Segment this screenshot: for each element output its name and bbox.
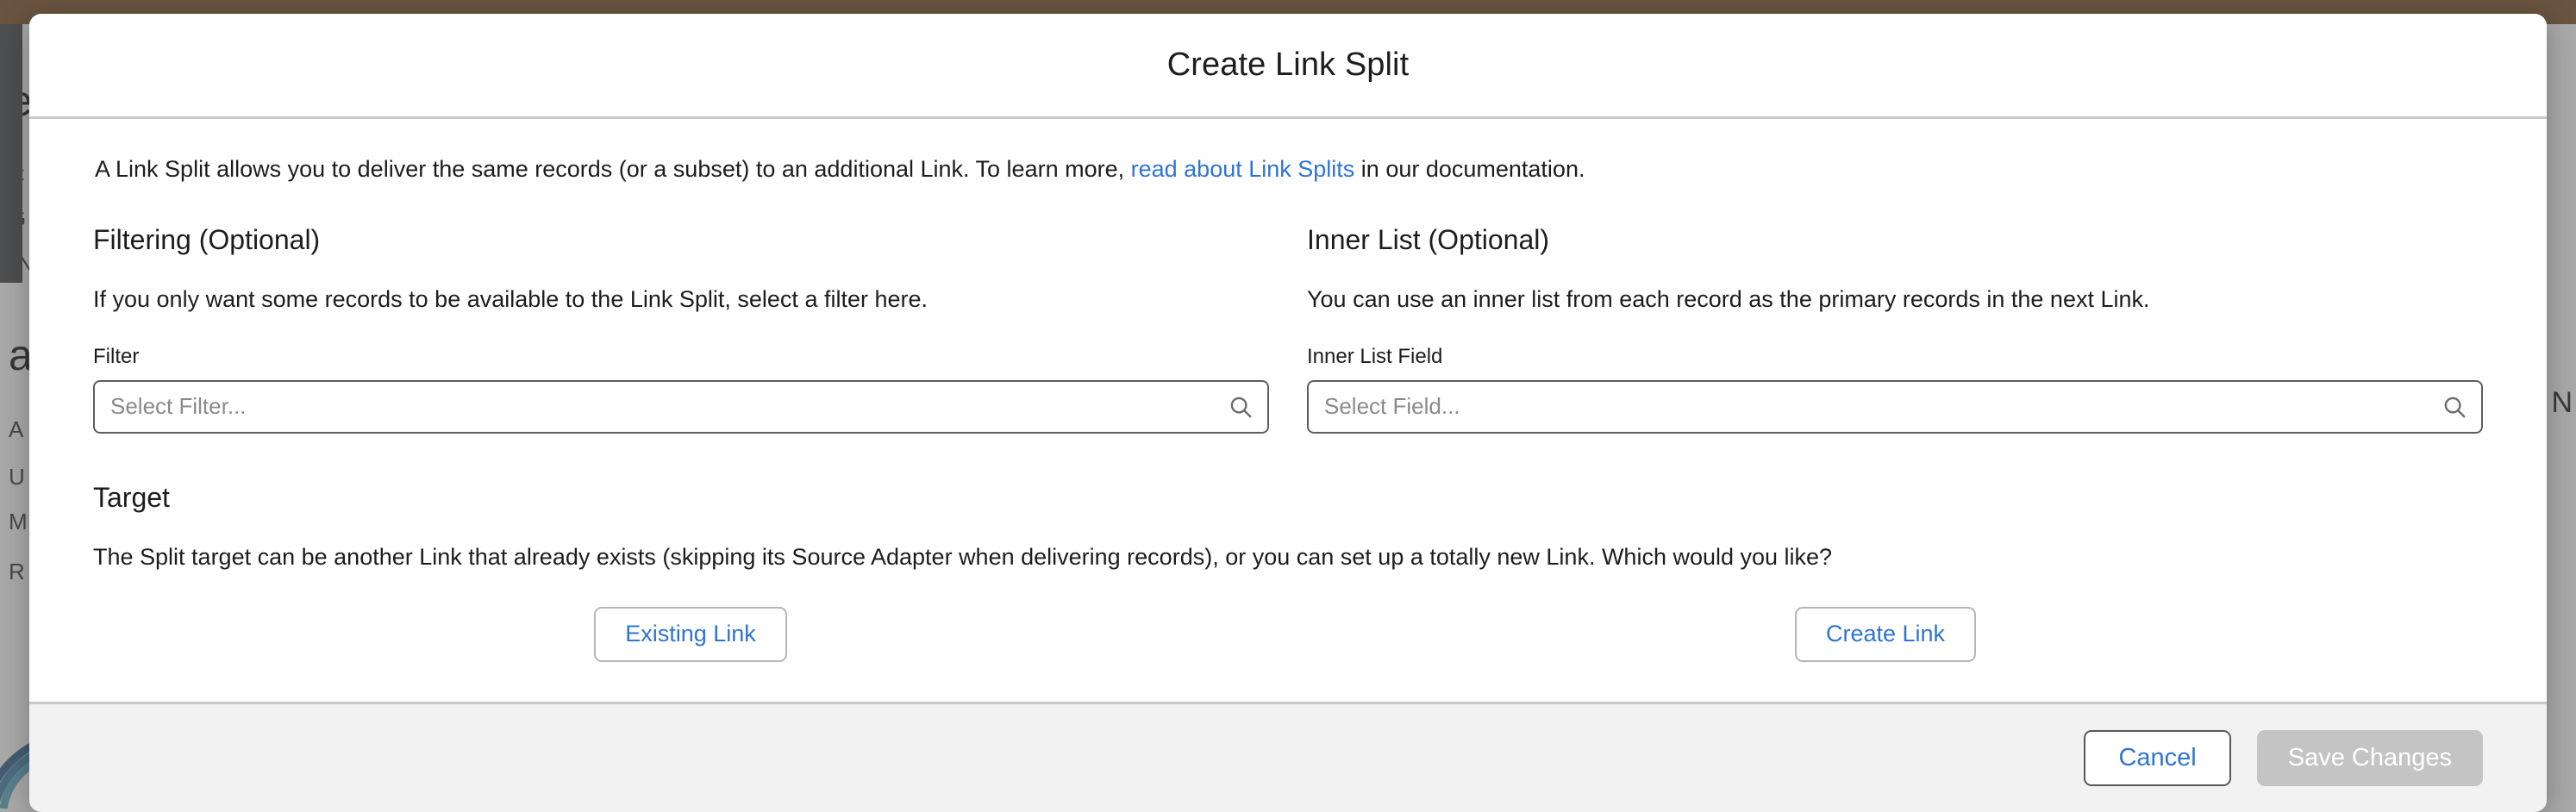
inner-list-field-input[interactable] [1307,379,2483,434]
inner-list-field-label: Inner List Field [1307,344,1443,368]
target-section: Target The Split target can be another L… [93,482,2483,662]
inner-list-section: Inner List (Optional) You can use an inn… [1307,224,2483,434]
filtering-section-description: If you only want some records to be avai… [93,286,928,313]
filter-field-label: Filter [93,344,140,368]
intro-text-before: A Link Split allows you to deliver the s… [95,156,1131,182]
dialog-header: Create Link Split [29,14,2547,119]
target-section-title: Target [93,481,170,513]
create-link-cell: Create Link [1288,607,2483,662]
filter-input[interactable] [93,379,1269,434]
inner-list-section-description: You can use an inner list from each reco… [1307,286,2150,313]
filtering-section: Filtering (Optional) If you only want so… [93,224,1269,434]
page-title: Create Link Split [1166,47,1410,83]
cancel-button[interactable]: Cancel [2084,730,2231,786]
create-link-button[interactable]: Create Link [1794,607,1977,662]
inner-list-input-wrapper [1307,379,2483,434]
target-choice-row: Existing Link Create Link [93,607,2483,662]
dialog-footer: Cancel Save Changes [29,702,2547,812]
existing-link-button[interactable]: Existing Link [594,607,787,662]
filter-input-wrapper [93,379,1269,434]
dialog-body: A Link Split allows you to deliver the s… [29,119,2547,702]
filtering-section-title: Filtering (Optional) [93,224,321,256]
target-section-description: The Split target can be another Link tha… [93,543,1833,570]
existing-link-cell: Existing Link [93,607,1288,662]
create-link-split-dialog: Create Link Split A Link Split allows yo… [29,14,2547,812]
options-columns: Filtering (Optional) If you only want so… [93,224,2483,434]
inner-list-section-title: Inner List (Optional) [1307,224,1550,256]
intro-text-after: in our documentation. [1354,156,1585,182]
intro-paragraph: A Link Split allows you to deliver the s… [93,153,2483,184]
save-changes-button[interactable]: Save Changes [2256,730,2483,786]
read-about-link-splits-link[interactable]: read about Link Splits [1131,156,1355,182]
